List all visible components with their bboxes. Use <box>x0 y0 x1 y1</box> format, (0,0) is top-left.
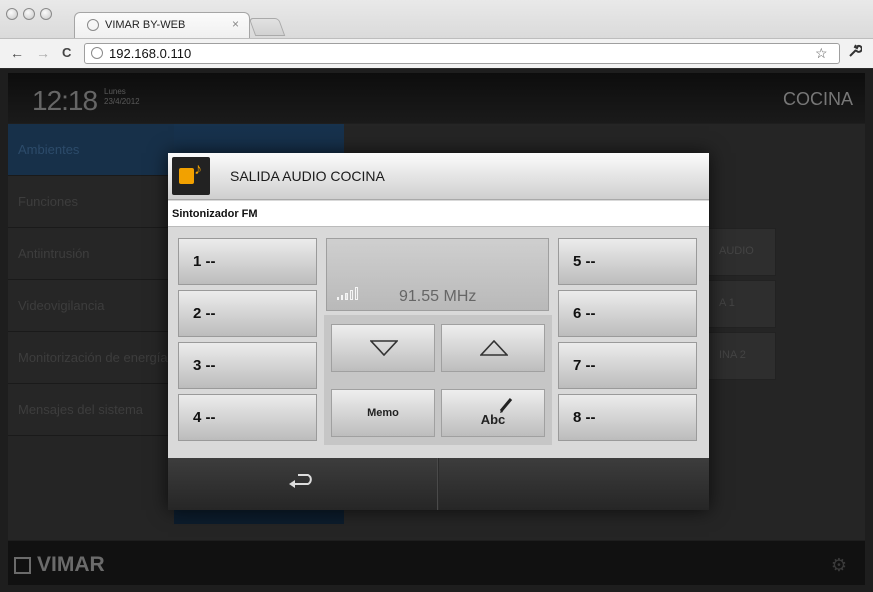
sidebar-item-antiintrusion[interactable]: Antiintrusión <box>8 228 174 280</box>
vimar-mark-icon <box>14 556 31 574</box>
settings-gear-icon[interactable]: ⚙ <box>831 555 847 576</box>
wrench-menu-icon[interactable] <box>848 44 863 61</box>
frequency-value: 91.55 MHz <box>399 288 477 305</box>
right-tiles: AUDIO A 1 INA 2 <box>708 228 776 384</box>
brand-name: VIMAR <box>37 553 105 576</box>
speaker-music-icon: ♪ <box>172 157 210 195</box>
dialog-title: SALIDA AUDIO COCINA <box>230 168 385 184</box>
pencil-icon <box>499 398 513 413</box>
right-tile[interactable]: INA 2 <box>708 332 776 380</box>
site-info-icon <box>91 47 103 59</box>
rename-label: Abc <box>480 412 506 427</box>
preset-button-2[interactable]: 2 -- <box>178 290 317 337</box>
sidebar-item-ambientes[interactable]: Ambientes <box>8 124 174 176</box>
back-button[interactable] <box>168 458 438 510</box>
date-value: 23/4/2012 <box>104 97 140 106</box>
navigation-bar: ← → C 192.168.0.110 ☆ <box>0 38 873 68</box>
triangle-up-icon <box>480 340 508 356</box>
tune-up-button[interactable] <box>441 324 545 372</box>
preset-button-4[interactable]: 4 -- <box>178 394 317 441</box>
rename-button[interactable]: Abc <box>441 389 545 437</box>
tune-down-button[interactable] <box>331 324 435 372</box>
sidebar-item-funciones[interactable]: Funciones <box>8 176 174 228</box>
audio-dialog: ♪ SALIDA AUDIO COCINA Sintonizador FM 1 … <box>168 153 709 510</box>
zoom-window-button[interactable] <box>40 8 52 20</box>
bookmark-star-icon[interactable]: ☆ <box>815 45 828 62</box>
vimar-logo: VIMAR <box>14 553 105 577</box>
window-controls <box>6 8 52 20</box>
sidebar-item-monitorizacion[interactable]: Monitorización de energía <box>8 332 174 384</box>
app-top-bar: 12:18 Lunes 23/4/2012 COCINA <box>8 73 865 123</box>
right-tile[interactable]: AUDIO <box>708 228 776 276</box>
tab-close-button[interactable]: × <box>232 17 239 31</box>
dialog-footer <box>168 458 709 510</box>
preset-button-5[interactable]: 5 -- <box>558 238 697 285</box>
preset-button-8[interactable]: 8 -- <box>558 394 697 441</box>
reload-button[interactable]: C <box>62 45 71 60</box>
tab-title: VIMAR BY-WEB <box>105 19 186 31</box>
app-bottom-bar: VIMAR ⚙ <box>8 541 865 585</box>
dialog-header: ♪ SALIDA AUDIO COCINA <box>168 153 709 200</box>
right-tile[interactable]: A 1 <box>708 280 776 328</box>
preset-button-6[interactable]: 6 -- <box>558 290 697 337</box>
clock-time: 12:18 <box>32 85 98 116</box>
signal-strength-icon <box>337 287 363 300</box>
preset-button-1[interactable]: 1 -- <box>178 238 317 285</box>
address-bar[interactable]: 192.168.0.110 <box>84 43 840 64</box>
frequency-display: 91.55 MHz <box>326 238 549 311</box>
minimize-window-button[interactable] <box>23 8 35 20</box>
day-name: Lunes <box>104 87 126 96</box>
sidebar-item-videovigilancia[interactable]: Videovigilancia <box>8 280 174 332</box>
dialog-subtitle: Sintonizador FM <box>168 201 709 227</box>
url-text: 192.168.0.110 <box>109 46 192 61</box>
return-arrow-icon <box>289 474 312 488</box>
globe-icon <box>87 19 99 31</box>
forward-button[interactable]: → <box>36 45 50 61</box>
back-button[interactable]: ← <box>10 45 24 61</box>
sidebar: Ambientes Funciones Antiintrusión Videov… <box>8 124 174 484</box>
browser-chrome: VIMAR BY-WEB × ← → C 192.168.0.110 ☆ <box>0 0 873 68</box>
memo-button[interactable]: Memo <box>331 389 435 437</box>
tuner-controls: Memo Abc <box>324 315 552 445</box>
sidebar-item-mensajes[interactable]: Mensajes del sistema <box>8 384 174 436</box>
new-tab-button[interactable] <box>248 18 286 36</box>
preset-button-3[interactable]: 3 -- <box>178 342 317 389</box>
date-block: Lunes 23/4/2012 <box>104 87 140 107</box>
room-name: COCINA <box>782 89 853 109</box>
preset-button-7[interactable]: 7 -- <box>558 342 697 389</box>
browser-tab[interactable]: VIMAR BY-WEB × <box>74 12 250 38</box>
triangle-down-icon <box>370 340 398 356</box>
footer-right-button[interactable] <box>439 458 709 510</box>
close-window-button[interactable] <box>6 8 18 20</box>
